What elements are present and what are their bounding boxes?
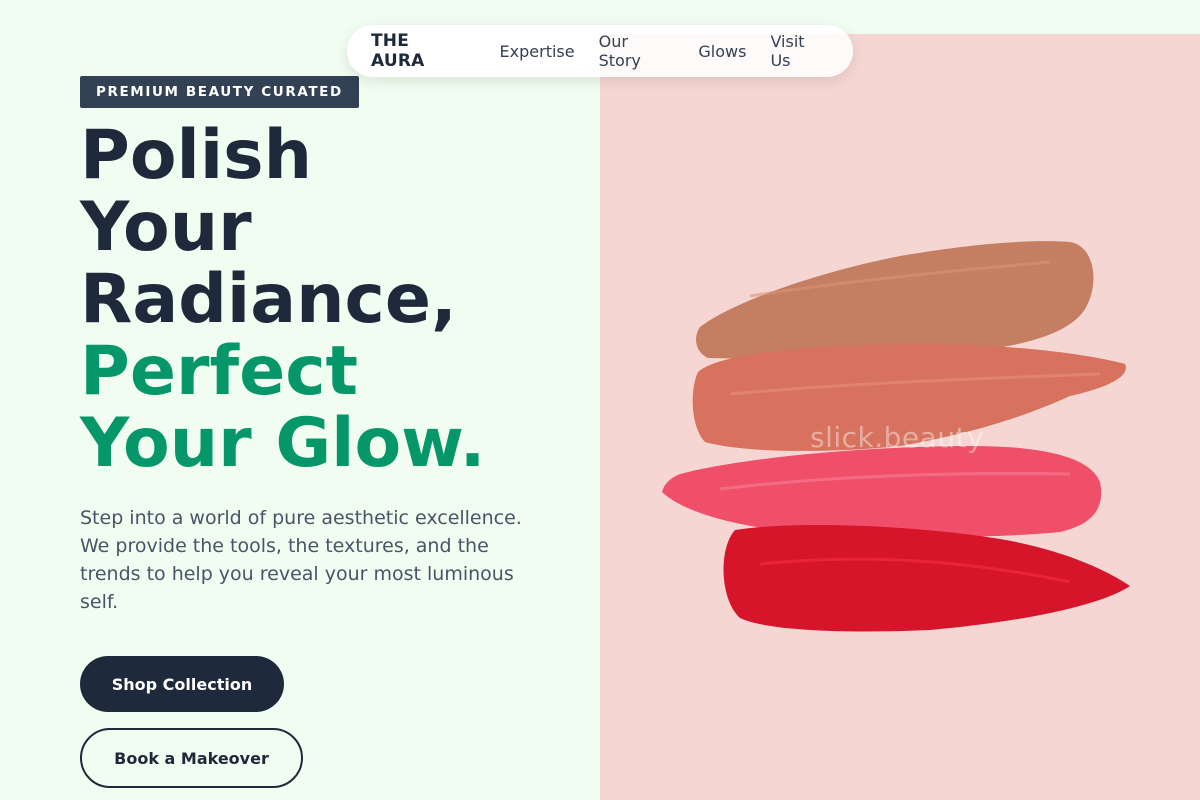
- headline-line: Polish: [80, 116, 313, 195]
- swatch-brown: [696, 241, 1094, 359]
- image-watermark: slick.beauty: [810, 421, 985, 454]
- hero-description: Step into a world of pure aesthetic exce…: [80, 507, 522, 613]
- nav-link-our-story[interactable]: Our Story: [599, 32, 675, 70]
- headline-accent-line: Perfect: [80, 332, 359, 411]
- nav-link-glows[interactable]: Glows: [698, 42, 746, 61]
- hero-badge: PREMIUM BEAUTY CURATED: [80, 76, 359, 108]
- nav-link-visit-us[interactable]: Visit Us: [770, 32, 829, 70]
- swatch-pink: [662, 445, 1102, 537]
- brand-logo[interactable]: THE AURA: [371, 31, 468, 71]
- top-navigation: THE AURA Expertise Our Story Glows Visit…: [347, 25, 853, 77]
- swatch-red: [723, 524, 1130, 632]
- hero-headline: Polish Your Radiance, Perfect Your Glow.: [80, 120, 485, 480]
- headline-accent-line: Your Glow.: [80, 404, 486, 483]
- shop-collection-button[interactable]: Shop Collection: [80, 656, 284, 712]
- nav-link-expertise[interactable]: Expertise: [500, 42, 575, 61]
- hero-image: slick.beauty: [600, 34, 1200, 800]
- headline-line: Your: [80, 188, 252, 267]
- headline-line: Radiance,: [80, 260, 457, 339]
- book-makeover-button[interactable]: Book a Makeover: [80, 728, 303, 788]
